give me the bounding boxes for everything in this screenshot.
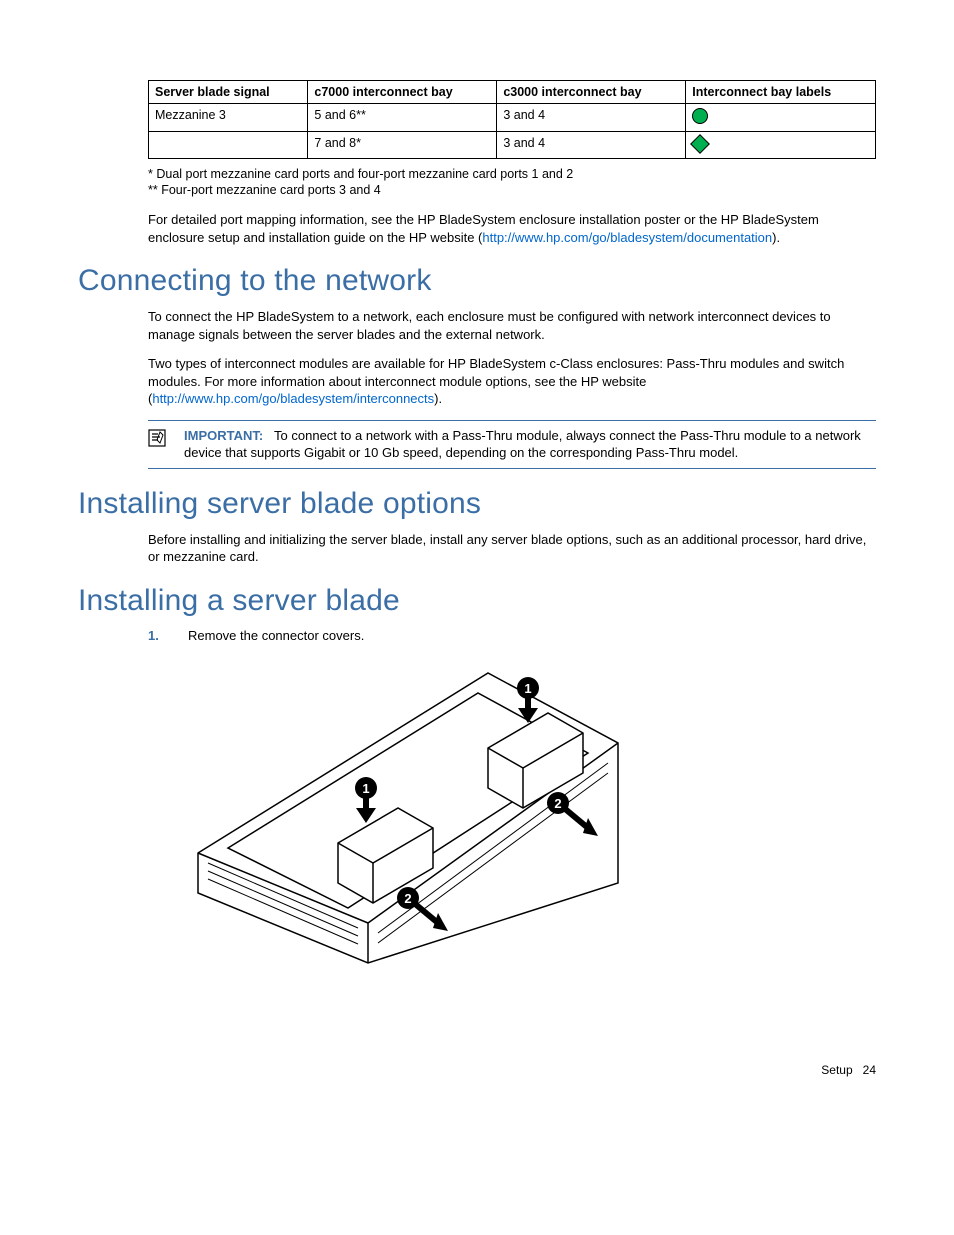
step-1: 1. Remove the connector covers.	[148, 628, 876, 643]
footer-page: 24	[863, 1063, 876, 1077]
heading-installing: Installing a server blade	[78, 584, 876, 618]
step-number: 1.	[148, 628, 188, 643]
cell-label-icon	[686, 104, 876, 132]
text: ).	[434, 391, 442, 406]
cell-c7000: 7 and 8*	[308, 132, 497, 159]
circle-icon	[692, 108, 708, 124]
th-signal: Server blade signal	[149, 81, 308, 104]
diamond-icon	[690, 134, 710, 154]
svg-text:1: 1	[362, 781, 369, 796]
text: ).	[772, 230, 780, 245]
options-p1: Before installing and initializing the s…	[148, 531, 876, 566]
documentation-link[interactable]: http://www.hp.com/go/bladesystem/documen…	[482, 230, 772, 245]
port-mapping-paragraph: For detailed port mapping information, s…	[148, 211, 876, 246]
th-c3000: c3000 interconnect bay	[497, 81, 686, 104]
cell-signal: Mezzanine 3	[149, 104, 308, 132]
footer-section: Setup	[821, 1063, 852, 1077]
note-icon	[148, 429, 166, 447]
cell-label-icon	[686, 132, 876, 159]
heading-connecting: Connecting to the network	[78, 264, 876, 298]
table-row: 7 and 8* 3 and 4	[149, 132, 876, 159]
th-c7000: c7000 interconnect bay	[308, 81, 497, 104]
important-text: IMPORTANT: To connect to a network with …	[184, 427, 876, 462]
table-footnotes: * Dual port mezzanine card ports and fou…	[148, 167, 876, 197]
footnote-b: ** Four-port mezzanine card ports 3 and …	[148, 183, 876, 197]
connector-cover-figure: 1 2 1 2	[188, 653, 628, 973]
page-footer: Setup 24	[78, 1063, 876, 1077]
th-labels: Interconnect bay labels	[686, 81, 876, 104]
svg-text:2: 2	[404, 891, 411, 906]
step-text: Remove the connector covers.	[188, 628, 364, 643]
connecting-p1: To connect the HP BladeSystem to a netwo…	[148, 308, 876, 343]
table-row: Mezzanine 3 5 and 6** 3 and 4	[149, 104, 876, 132]
important-body: To connect to a network with a Pass-Thru…	[184, 428, 861, 461]
cell-signal	[149, 132, 308, 159]
cell-c3000: 3 and 4	[497, 104, 686, 132]
svg-text:2: 2	[554, 796, 561, 811]
install-steps: 1. Remove the connector covers.	[148, 628, 876, 643]
connecting-p2: Two types of interconnect modules are av…	[148, 355, 876, 408]
important-callout: IMPORTANT: To connect to a network with …	[148, 420, 876, 469]
heading-options: Installing server blade options	[78, 487, 876, 521]
cell-c7000: 5 and 6**	[308, 104, 497, 132]
important-label: IMPORTANT:	[184, 428, 263, 443]
interconnects-link[interactable]: http://www.hp.com/go/bladesystem/interco…	[152, 391, 434, 406]
footnote-a: * Dual port mezzanine card ports and fou…	[148, 167, 876, 181]
cell-c3000: 3 and 4	[497, 132, 686, 159]
table-header-row: Server blade signal c7000 interconnect b…	[149, 81, 876, 104]
interconnect-table: Server blade signal c7000 interconnect b…	[148, 80, 876, 159]
svg-text:1: 1	[524, 681, 531, 696]
